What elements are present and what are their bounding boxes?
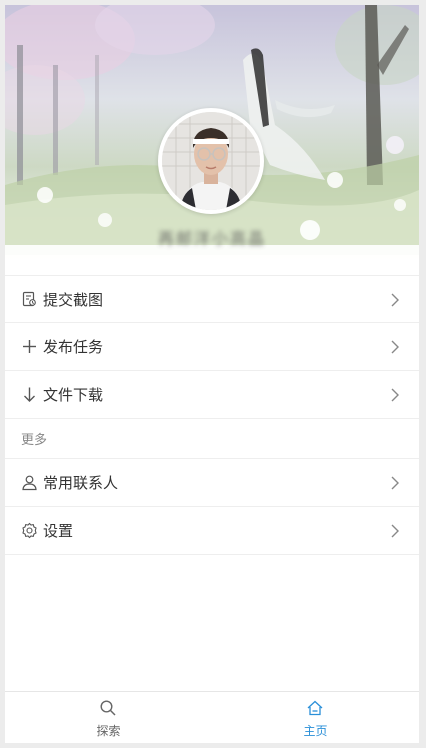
chevron-right-icon (389, 387, 401, 403)
menu-item-label: 设置 (43, 522, 74, 540)
section-header-more: 更多 (5, 419, 419, 459)
avatar-photo (162, 112, 260, 210)
chevron-right-icon (389, 339, 401, 355)
menu-item-label: 常用联系人 (43, 474, 119, 492)
menu-item-label: 发布任务 (43, 338, 104, 356)
screenshot-doc-icon (21, 291, 38, 308)
home-icon (306, 699, 324, 717)
menu-item-label: 文件下载 (43, 386, 104, 404)
menu-item-submit-screenshot[interactable]: 提交截图 (5, 275, 419, 323)
menu-item-file-download[interactable]: 文件下载 (5, 371, 419, 419)
gear-icon (21, 522, 38, 539)
search-icon (99, 699, 117, 717)
menu-item-settings[interactable]: 设置 (5, 507, 419, 555)
chevron-right-icon (389, 292, 401, 308)
chevron-right-icon (389, 523, 401, 539)
tab-explore[interactable]: 探索 (5, 692, 212, 743)
chevron-right-icon (389, 475, 401, 491)
arrow-down-icon (21, 386, 38, 403)
menu-item-publish-task[interactable]: 发布任务 (5, 323, 419, 371)
tab-home[interactable]: 主页 (212, 692, 419, 743)
app-screen: 再邮洋小高晶 提交截图 发布任务 文件下载 更多 常用联系人 设置 探索 主页 (5, 5, 419, 743)
menu-item-label: 提交截图 (43, 290, 104, 309)
profile-banner: 再邮洋小高晶 (5, 5, 419, 275)
person-icon (21, 474, 38, 491)
profile-menu: 提交截图 发布任务 文件下载 更多 常用联系人 设置 (5, 275, 419, 555)
plus-icon (21, 338, 38, 355)
phone-frame: 再邮洋小高晶 提交截图 发布任务 文件下载 更多 常用联系人 设置 探索 主页 (0, 0, 426, 748)
tab-explore-label: 探索 (96, 724, 121, 738)
avatar[interactable] (158, 108, 264, 214)
username: 再邮洋小高晶 (157, 229, 266, 248)
bottom-tab-bar: 探索 主页 (5, 691, 419, 743)
menu-item-contacts[interactable]: 常用联系人 (5, 459, 419, 507)
tab-home-label: 主页 (303, 724, 328, 738)
